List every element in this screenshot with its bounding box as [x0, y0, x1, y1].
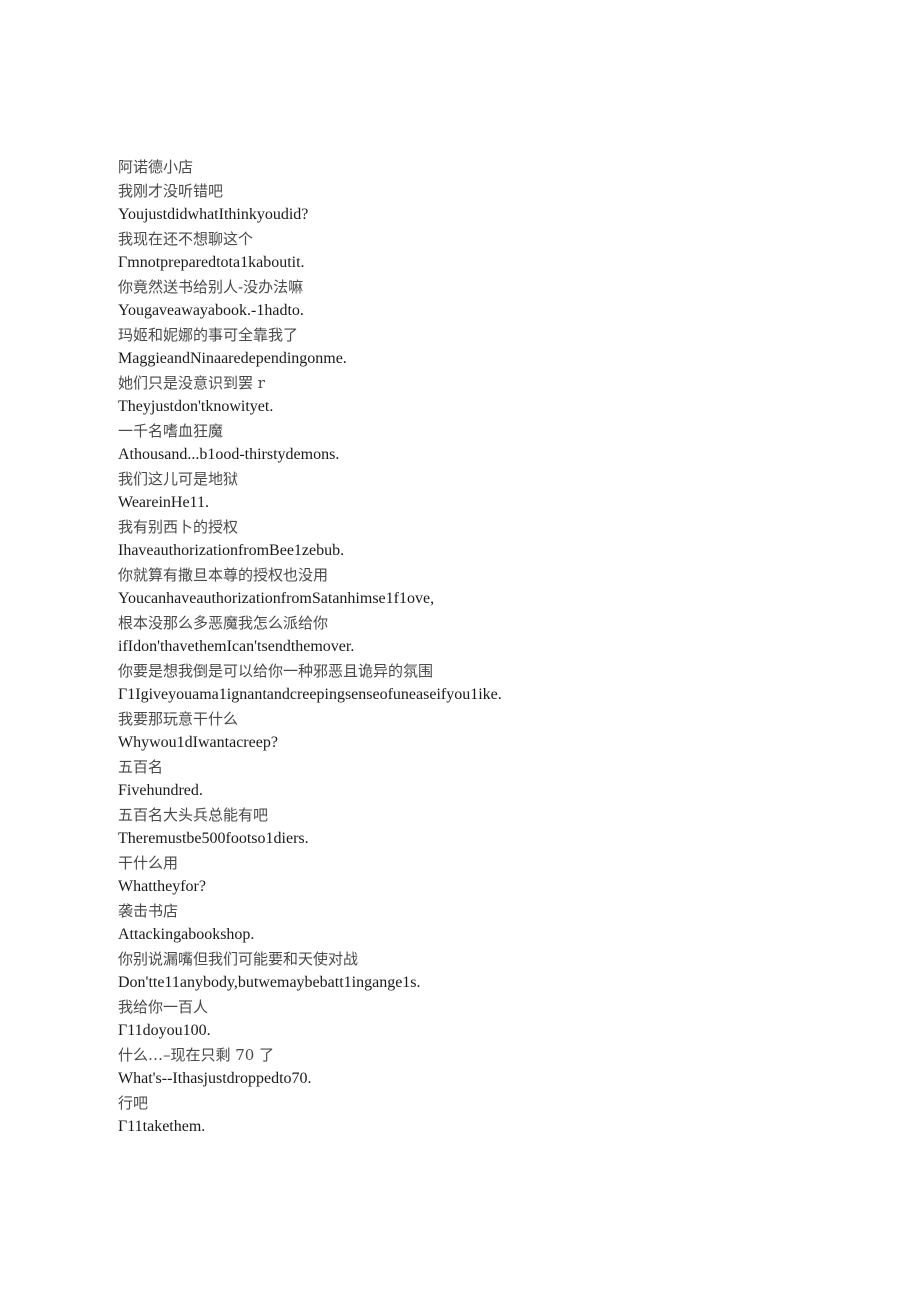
subtitle-line-en: Yougaveawayabook.-1hadto. [118, 302, 304, 319]
subtitle-line-zh: 你别说漏嘴但我们可能要和天使对战 [118, 950, 359, 968]
subtitle-line-en: YoujustdidwhatIthinkyoudid? [118, 206, 309, 223]
subtitle-line-zh: 她们只是没意识到罢 r [118, 374, 265, 392]
subtitle-line-en: Theremustbe500footso1diers. [118, 830, 309, 847]
subtitle-line-en: Theyjustdon'tknowityet. [118, 398, 274, 415]
subtitle-line-en: Don'tte11anybody,butwemaybebatt1ingange1… [118, 974, 421, 991]
subtitle-line-en: IhaveauthorizationfromBee1zebub. [118, 542, 345, 559]
subtitle-line-zh: 我给你一百人 [118, 998, 209, 1016]
subtitle-line-en: Whattheyfor? [118, 878, 206, 895]
subtitle-line-en: ifIdon'thavethemIcan'tsendthemover. [118, 638, 355, 655]
subtitle-line-en: Fivehundred. [118, 782, 203, 799]
subtitle-line-zh: 根本没那么多恶魔我怎么派给你 [118, 614, 329, 632]
subtitle-line-zh: 你竟然送书给别人-没办法嘛 [118, 278, 304, 296]
subtitle-line-en: Γ11takethem. [118, 1118, 206, 1135]
document-page: 阿诺德小店我刚才没听错吧 YoujustdidwhatIthinkyoudid? 我… [0, 0, 920, 1301]
subtitle-line-en: Γ1Igiveyouama1ignantandcreepingsenseofun… [118, 686, 502, 703]
subtitle-line-zh: 你就算有撒旦本尊的授权也没用 [118, 566, 329, 584]
transcript-body: 阿诺德小店我刚才没听错吧 YoujustdidwhatIthinkyoudid? 我… [118, 155, 818, 1139]
subtitle-line-zh: 干什么用 [118, 854, 179, 872]
subtitle-line-en: MaggieandNinaaredependingonme. [118, 350, 347, 367]
subtitle-line-zh: 什么…–现在只剩 70 了 [118, 1046, 275, 1064]
subtitle-line-en: YoucanhaveauthorizationfromSatanhimse1f1… [118, 590, 435, 607]
subtitle-line-zh: 一千名嗜血狂魔 [118, 422, 224, 440]
subtitle-line-en: Whywou1dIwantacreep? [118, 734, 278, 751]
subtitle-line-en: WeareinHe11. [118, 494, 209, 511]
subtitle-line-zh: 我刚才没听错吧 [118, 182, 224, 200]
subtitle-line-zh: 袭击书店 [118, 902, 179, 920]
subtitle-line-en: Attackingabookshop. [118, 926, 255, 943]
subtitle-line-zh: 五百名 [118, 758, 164, 776]
subtitle-line-en: Γ11doyou100. [118, 1022, 211, 1039]
subtitle-line-en: What's--Ithasjustdroppedto70. [118, 1070, 312, 1087]
subtitle-line-zh: 我们这儿可是地狱 [118, 470, 239, 488]
subtitle-line-en: Athousand...b1ood-thirstydemons. [118, 446, 340, 463]
subtitle-line-zh: 行吧 [118, 1094, 149, 1112]
subtitle-line-zh: 玛姬和妮娜的事可全靠我了 [118, 326, 299, 344]
subtitle-line-zh: 我有别西卜的授权 [118, 518, 239, 536]
subtitle-line-zh: 我要那玩意干什么 [118, 710, 239, 728]
subtitle-line-zh: 五百名大头兵总能有吧 [118, 806, 269, 824]
subtitle-line-zh: 阿诺德小店 [118, 158, 194, 176]
subtitle-line-en: Γmnotpreparedtota1kaboutit. [118, 254, 305, 271]
subtitle-line-zh: 你要是想我倒是可以给你一种邪恶且诡异的氛围 [118, 662, 434, 680]
subtitle-line-zh: 我现在还不想聊这个 [118, 230, 254, 248]
